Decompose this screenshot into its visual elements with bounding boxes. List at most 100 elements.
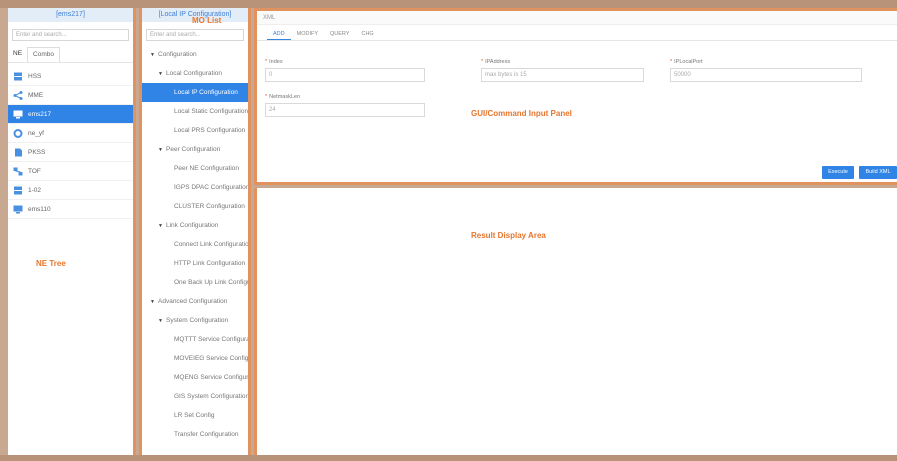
mo-tree-item[interactable]: MOVEIEG Service Configuration: [142, 349, 248, 368]
mo-tree-item-label: GIS System Configuration: [174, 393, 250, 400]
mo-tree-item-label: Local Static Configuration: [174, 108, 249, 115]
computer-icon: [13, 110, 23, 119]
build-xml-button[interactable]: Build XML: [859, 166, 897, 179]
server-icon: [13, 72, 23, 81]
mo-tree-item[interactable]: Local IP Configuration: [142, 83, 248, 102]
ne-tree-annotation: NE Tree: [36, 259, 66, 268]
mo-tree-item-label: MOVEIEG Service Configuration: [174, 355, 249, 362]
gear-icon: [13, 128, 23, 138]
index-input[interactable]: 0: [265, 68, 425, 82]
mo-list-panel: [Local IP Configuration] Enter and searc…: [139, 8, 251, 455]
chevron-down-icon[interactable]: ▼: [158, 141, 166, 160]
tab-combo[interactable]: Combo: [27, 47, 60, 62]
ne-item-mme[interactable]: MME: [8, 86, 133, 105]
ne-item-tof[interactable]: TOF: [8, 162, 133, 181]
mo-tree-item[interactable]: Connect Link Configuration: [142, 235, 248, 254]
ne-item-label: 1-02: [28, 186, 42, 194]
field-iplocalport: * IPLocalPort 50000: [670, 59, 862, 82]
mo-tree-item[interactable]: One Back Up Link Configuration: [142, 273, 248, 292]
mo-tree-item-label: Local Configuration: [166, 70, 223, 77]
mo-tree-item-label: Configuration: [158, 51, 197, 58]
mo-tree: ▼ Configuration ▼ Local Configuration Local …: [142, 45, 248, 444]
mo-tree-item[interactable]: Transfer Configuration: [142, 425, 248, 444]
tab-ne[interactable]: NE: [8, 47, 27, 62]
chevron-down-icon[interactable]: ▼: [150, 293, 158, 312]
required-marker: *: [265, 94, 268, 100]
tab-query[interactable]: QUERY: [324, 27, 355, 40]
ipaddress-input[interactable]: max bytes is 15: [481, 68, 644, 82]
mo-tree-item-label: One Back Up Link Configuration: [174, 279, 251, 286]
ne-item-1-02[interactable]: 1-02: [8, 181, 133, 200]
gui-panel-annotation: GUI/Command Input Panel: [471, 109, 572, 118]
ne-item-label: ems217: [28, 110, 52, 118]
mo-tree-item[interactable]: Peer NE Configuration: [142, 159, 248, 178]
mo-tree-item-label: MQENG Service Configuration: [174, 374, 249, 381]
mo-tree-item[interactable]: CLUSTER Configuration: [142, 197, 248, 216]
chevron-down-icon[interactable]: ▼: [158, 312, 166, 331]
ne-panel-header: [ems217]: [8, 8, 133, 22]
window-frame-top: [0, 0, 897, 8]
mo-tree-item[interactable]: MQTTT Service Configuration: [142, 330, 248, 349]
field-label: Index: [269, 59, 283, 65]
ne-search-input[interactable]: Enter and search...: [12, 29, 129, 41]
ne-item-label: HSS: [28, 72, 42, 80]
tab-add[interactable]: ADD: [267, 27, 291, 40]
netmasklen-input[interactable]: 24: [265, 103, 425, 117]
ne-item-ems110[interactable]: ems110: [8, 200, 133, 219]
chevron-down-icon[interactable]: ▼: [158, 65, 166, 84]
field-index: * Index 0: [265, 59, 425, 82]
mo-tree-item[interactable]: ▼ Local Configuration: [142, 64, 248, 83]
mo-tree-item-label: IGPS DPAC Configuration: [174, 184, 250, 191]
iplocalport-input[interactable]: 50000: [670, 68, 862, 82]
mo-tree-item[interactable]: ▼ Advanced Configuration: [142, 292, 248, 311]
mo-tree-item[interactable]: MQENG Service Configuration: [142, 368, 248, 387]
ne-item-ems217[interactable]: ems217: [8, 105, 133, 124]
gui-panel-title: XML: [257, 11, 897, 25]
mo-tree-item[interactable]: ▼ Peer Configuration: [142, 140, 248, 159]
ne-item-label: TOF: [28, 167, 41, 175]
mo-tree-item[interactable]: HTTP Link Configuration: [142, 254, 248, 273]
mo-tree-item-label: Peer NE Configuration: [174, 165, 240, 172]
tab-chg[interactable]: CHG: [355, 27, 379, 40]
mo-tree-item[interactable]: Local PRS Configuration: [142, 121, 248, 140]
mo-tree-item-label: HTTP Link Configuration: [174, 260, 246, 267]
mo-tree-item[interactable]: GIS System Configuration: [142, 387, 248, 406]
ne-item-hss[interactable]: HSS: [8, 67, 133, 86]
ne-item-pkss[interactable]: PKSS: [8, 143, 133, 162]
tab-modify[interactable]: MODIFY: [291, 27, 324, 40]
mo-tree-item-label: Local IP Configuration: [174, 89, 238, 96]
required-marker: *: [265, 59, 268, 65]
field-ipaddress: * IPAddress max bytes is 15: [481, 59, 644, 82]
mo-tree-item-label: CLUSTER Configuration: [174, 203, 245, 210]
mo-tree-item[interactable]: ▼ System Configuration: [142, 311, 248, 330]
share-icon: [13, 90, 23, 100]
required-marker: *: [670, 59, 673, 65]
gui-tabs: ADD MODIFY QUERY CHG: [257, 27, 897, 41]
mo-tree-item-label: Connect Link Configuration: [174, 241, 251, 248]
ne-item-label: ems110: [28, 205, 51, 213]
mo-tree-item-label: LR Set Config: [174, 412, 215, 419]
mo-tree-item[interactable]: LR Set Config: [142, 406, 248, 425]
ne-item-label: MME: [28, 91, 44, 99]
mo-tree-item-label: Peer Configuration: [166, 146, 221, 153]
mo-tree-item[interactable]: ▼ Link Configuration: [142, 216, 248, 235]
field-label: NetmaskLen: [269, 94, 301, 100]
required-marker: *: [481, 59, 484, 65]
mo-tree-item[interactable]: Local Static Configuration: [142, 102, 248, 121]
ne-list: HSS MME ems217 ne_yf PKSS TOF 1-02 ems110: [8, 67, 133, 219]
mo-tree-item[interactable]: IGPS DPAC Configuration: [142, 178, 248, 197]
mo-tree-item-label: Transfer Configuration: [174, 431, 239, 438]
mo-tree-item[interactable]: ▼ Configuration: [142, 45, 248, 64]
chevron-down-icon[interactable]: ▼: [150, 46, 158, 65]
gui-command-panel: XML ADD MODIFY QUERY CHG * Index 0 * IPAdd…: [254, 8, 897, 185]
field-label: IPLocalPort: [674, 59, 703, 65]
network-icon: [13, 167, 23, 176]
mo-tree-item-label: Advanced Configuration: [158, 298, 228, 305]
mo-search-input[interactable]: Enter and search...: [146, 29, 244, 41]
window-frame-bottom: [0, 455, 897, 461]
ne-item-ne-yf[interactable]: ne_yf: [8, 124, 133, 143]
execute-button[interactable]: Execute: [822, 166, 854, 179]
result-display-area: Result Display Area: [254, 188, 897, 455]
ne-tabs: NE Combo: [8, 47, 133, 63]
chevron-down-icon[interactable]: ▼: [158, 217, 166, 236]
